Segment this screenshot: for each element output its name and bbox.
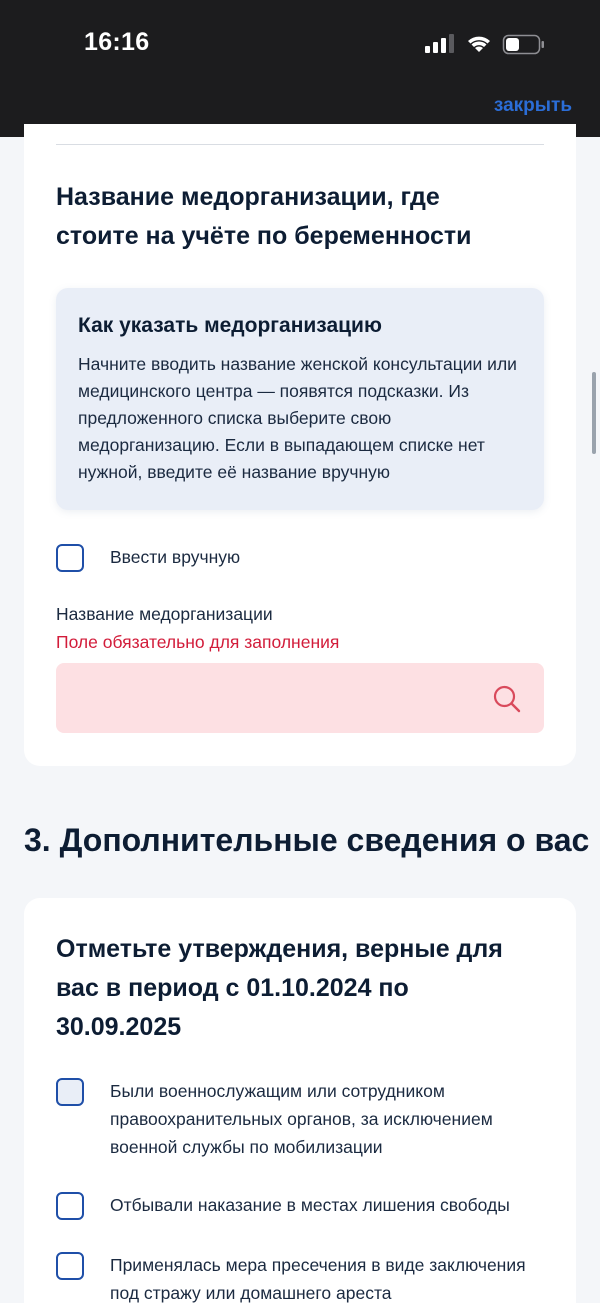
statement-checkbox-prison[interactable] (56, 1192, 84, 1220)
info-box: Как указать медорганизацию Начните вводи… (56, 288, 544, 510)
org-search-input[interactable] (72, 663, 476, 735)
status-icons (425, 34, 544, 55)
scrollbar[interactable] (592, 372, 596, 454)
info-box-title: Как указать медорганизацию (78, 314, 382, 337)
question-title: Отметьте утверждения, верные для вас в п… (56, 935, 503, 1041)
search-icon[interactable] (492, 684, 522, 714)
statement-label-military[interactable]: Были военнослужащим или сотрудником прав… (110, 1077, 550, 1161)
question-title: Название медорганизации, где стоите на у… (56, 183, 472, 250)
org-search-field[interactable] (56, 663, 544, 735)
statement-checkbox-arrest[interactable] (56, 1252, 84, 1280)
screen: 16:16 закрыть Название медорганизации, г… (0, 0, 600, 1303)
manual-entry-checkbox[interactable] (56, 544, 84, 572)
info-box-text: Начните вводить название женской консуль… (78, 354, 517, 482)
divider (56, 144, 544, 145)
org-field-label: Название медорганизации (56, 604, 273, 624)
manual-entry-label[interactable]: Ввести вручную (110, 543, 240, 571)
section-heading: 3. Дополнительные сведения о вас (24, 822, 590, 858)
battery-icon (502, 34, 544, 55)
wifi-icon (468, 36, 490, 52)
statement-label-prison[interactable]: Отбывали наказание в местах лишения своб… (110, 1191, 560, 1219)
org-field-error: Поле обязательно для заполнения (56, 632, 340, 652)
close-link[interactable]: закрыть (494, 95, 572, 117)
status-time: 16:16 (84, 28, 150, 56)
statement-checkbox-military[interactable] (56, 1078, 84, 1106)
statement-label-arrest[interactable]: Применялась мера пресечения в виде заклю… (110, 1251, 550, 1303)
top-bar: 16:16 закрыть (0, 0, 600, 137)
form-card-statements: Отметьте утверждения, верные для вас в п… (24, 898, 576, 1303)
form-card-medorg: Название медорганизации, где стоите на у… (24, 124, 576, 766)
signal-icon (425, 34, 454, 53)
